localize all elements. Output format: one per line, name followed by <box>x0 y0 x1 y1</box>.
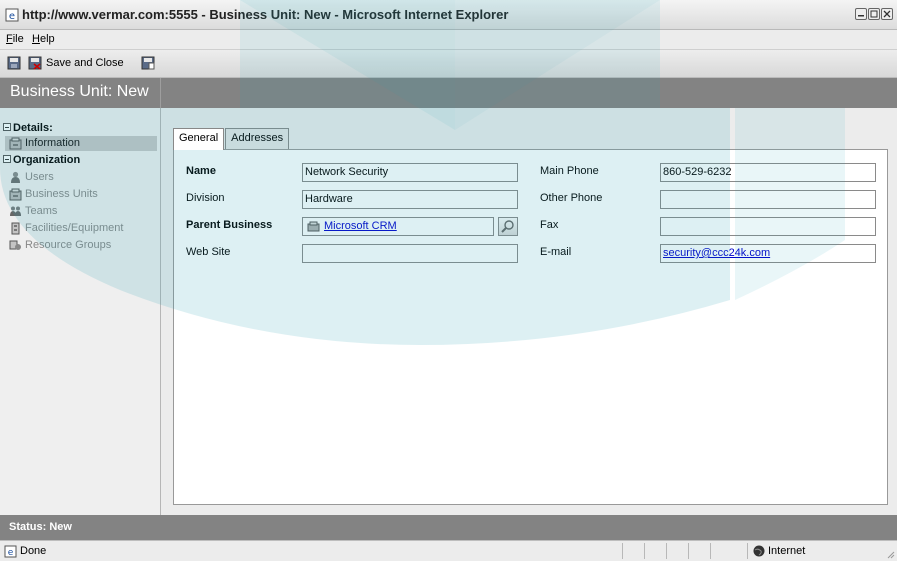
save-and-new-icon[interactable] <box>141 56 155 70</box>
division-label: Division <box>186 192 225 204</box>
status-divider <box>666 543 667 559</box>
minimize-icon <box>858 15 864 17</box>
maximize-icon <box>870 10 878 18</box>
form-panel: Name Network Security Division Hardware … <box>173 149 888 505</box>
team-icon <box>10 206 21 216</box>
tab-general[interactable]: General <box>173 128 225 150</box>
menu-bar: File Help <box>0 30 897 50</box>
tab-addresses[interactable]: Addresses <box>225 128 290 149</box>
menu-file[interactable]: File <box>6 33 24 45</box>
left-nav: Details: Information Organization Users … <box>0 108 161 515</box>
main-phone-field[interactable]: 860-529-6232 <box>660 163 876 182</box>
page-title: Business Unit: New <box>10 83 149 100</box>
resource-group-icon <box>9 240 21 250</box>
nav-item-information[interactable]: Information <box>5 136 157 151</box>
status-divider <box>747 543 748 559</box>
nav-item-teams[interactable]: Teams <box>5 204 157 219</box>
status-divider <box>688 543 689 559</box>
collapse-icon[interactable] <box>3 123 11 131</box>
minimize-button[interactable] <box>855 8 867 20</box>
facility-icon <box>11 222 20 235</box>
menu-help[interactable]: Help <box>32 33 55 45</box>
nav-item-resource-groups[interactable]: Resource Groups <box>5 238 157 253</box>
division-field[interactable]: Hardware <box>302 190 518 209</box>
lookup-magnifier-icon <box>501 220 514 233</box>
tab-strip: General Addresses <box>173 128 290 150</box>
window-title: http://www.vermar.com:5555 - Business Un… <box>22 7 509 22</box>
save-and-close-button[interactable]: Save and Close <box>46 57 124 69</box>
record-status-bar: Status: New <box>0 515 897 540</box>
name-label: Name <box>186 165 216 177</box>
maximize-button[interactable] <box>868 8 880 20</box>
internet-zone-icon <box>753 545 765 557</box>
nav-item-facilities-equipment[interactable]: Facilities/Equipment <box>5 221 157 236</box>
other-phone-field[interactable] <box>660 190 876 209</box>
header-divider <box>160 78 161 108</box>
ie-page-icon: e <box>5 8 19 22</box>
close-icon <box>883 10 891 18</box>
fax-field[interactable] <box>660 217 876 236</box>
save-icon[interactable] <box>7 56 21 70</box>
business-unit-icon <box>307 221 320 232</box>
other-phone-label: Other Phone <box>540 192 603 204</box>
nav-item-users[interactable]: Users <box>5 170 157 185</box>
page-header: Business Unit: New <box>0 78 897 108</box>
browser-status-text: Done <box>20 545 47 557</box>
window-titlebar: e http://www.vermar.com:5555 - Business … <box>0 0 897 30</box>
cabinet-icon <box>9 137 22 150</box>
close-button[interactable] <box>881 8 893 20</box>
main-phone-label: Main Phone <box>540 165 599 177</box>
svg-text:e: e <box>8 548 14 558</box>
collapse-icon[interactable] <box>3 155 11 163</box>
name-field[interactable]: Network Security <box>302 163 518 182</box>
svg-text:e: e <box>9 11 15 22</box>
nav-item-business-units[interactable]: Business Units <box>5 187 157 202</box>
security-zone: Internet <box>768 545 806 557</box>
status-divider <box>644 543 645 559</box>
fax-label: Fax <box>540 219 559 231</box>
nav-section-organization[interactable]: Organization <box>3 154 80 166</box>
toolbar: Save and Close <box>0 50 897 78</box>
cabinet-icon <box>9 188 22 201</box>
lookup-button[interactable] <box>498 217 518 236</box>
parent-business-field[interactable]: Microsoft CRM <box>302 217 494 236</box>
email-label: E-mail <box>540 246 572 258</box>
parent-business-label: Parent Business <box>186 219 273 231</box>
web-site-field[interactable] <box>302 244 518 263</box>
content-area: General Addresses Name Network Security … <box>161 108 897 515</box>
email-field[interactable]: security@ccc24k.com <box>660 244 876 263</box>
user-icon <box>11 171 20 183</box>
save-and-close-icon[interactable] <box>28 56 42 70</box>
web-site-label: Web Site <box>186 246 231 258</box>
parent-business-link[interactable]: Microsoft CRM <box>324 220 397 232</box>
browser-status-bar: e Done Internet <box>0 540 897 561</box>
page-done-icon: e <box>4 545 17 558</box>
status-divider <box>710 543 711 559</box>
record-status: Status: New <box>9 521 72 533</box>
status-divider <box>622 543 623 559</box>
resize-grip-icon[interactable] <box>885 549 895 559</box>
nav-section-details[interactable]: Details: <box>3 122 53 134</box>
